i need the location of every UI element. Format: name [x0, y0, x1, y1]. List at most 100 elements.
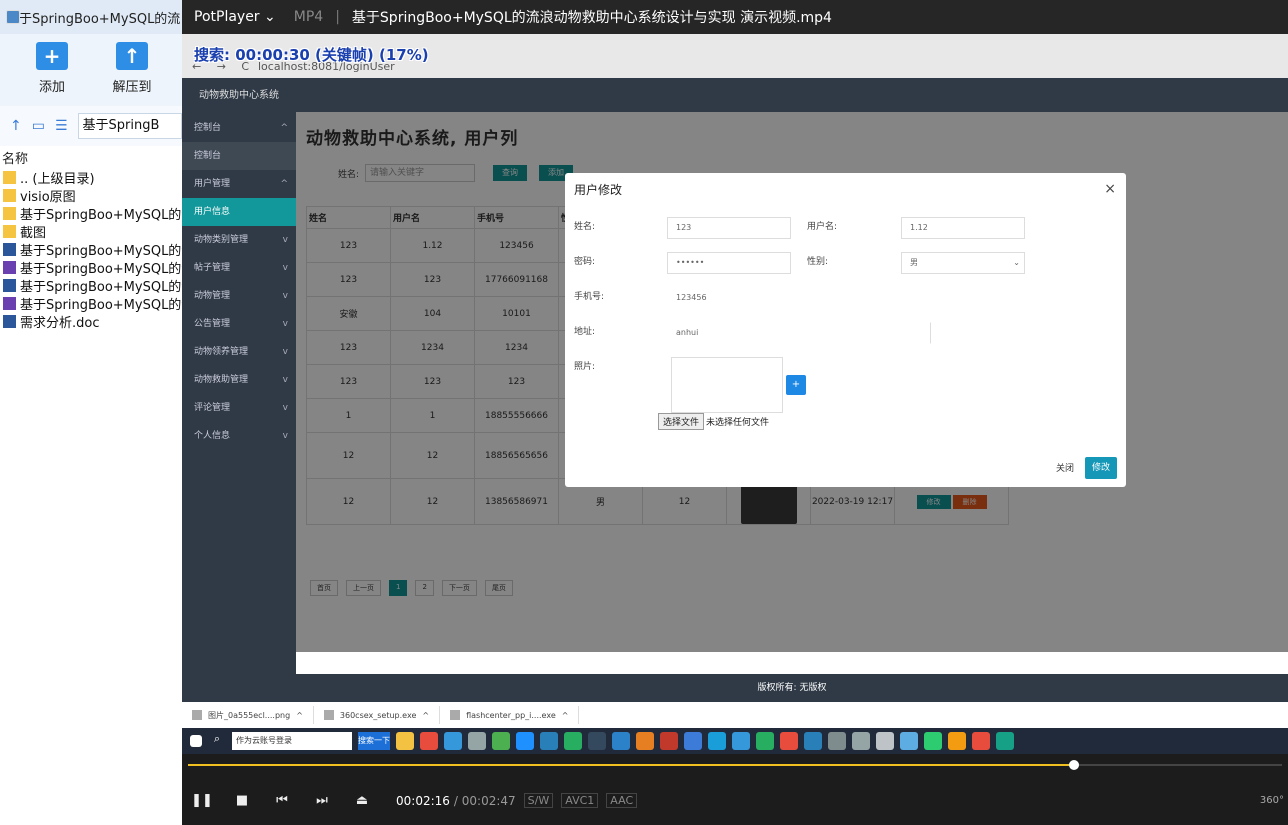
search-icon[interactable]: ⌕ [208, 732, 226, 750]
footer: 版权所有: 无版权 [296, 674, 1288, 702]
vr-360-button[interactable]: 360° [1260, 795, 1284, 806]
photo-upload-box[interactable] [671, 357, 783, 413]
app-icon[interactable] [636, 732, 654, 750]
audio-codec-tag[interactable]: AAC [606, 793, 638, 808]
chevron-up-icon[interactable]: ^ [296, 711, 303, 720]
chevron-down-icon: v [282, 235, 288, 245]
app-icon[interactable] [996, 732, 1014, 750]
app-icon[interactable] [420, 732, 438, 750]
pause-icon[interactable]: ❚❚ [182, 793, 222, 808]
app-icon[interactable] [756, 732, 774, 750]
extract-button[interactable]: ↑ 解压到 [104, 42, 160, 95]
up-arrow-icon[interactable]: ↑ [10, 118, 22, 134]
windows-start-icon[interactable] [190, 735, 202, 747]
sidebar-item-label: 个人信息 [194, 431, 231, 441]
app-icon[interactable] [588, 732, 606, 750]
sidebar-item[interactable]: 控制台 [182, 142, 296, 170]
sidebar-item-label: 控制台 [194, 151, 222, 161]
choose-file-button[interactable]: 选择文件 [658, 413, 705, 430]
close-icon[interactable]: × [1104, 181, 1116, 197]
app-brand: 动物救助中心系统 [199, 90, 279, 101]
next-icon[interactable]: ⏭ [302, 793, 342, 808]
sidebar-item[interactable]: 用户信息 [182, 198, 296, 226]
password-field[interactable]: •••••• [667, 252, 791, 274]
seek-bar[interactable] [182, 754, 1288, 776]
sidebar-item[interactable]: 帖子管理 v [182, 254, 296, 282]
app-icon[interactable] [948, 732, 966, 750]
wechat-icon[interactable] [924, 732, 942, 750]
download-item[interactable]: 图片_0a555ecl....png ^ [182, 706, 314, 724]
close-button[interactable]: 关闭 [1056, 461, 1074, 474]
save-button[interactable]: 修改 [1085, 457, 1117, 479]
sidebar-menu: 控制台 ^ 控制台 用户管理 ^ 用户信息 动物类别管理 v 帖子管理 v 动物管理 v 公告管理 v 动物… [182, 114, 296, 450]
app-icon[interactable] [660, 732, 678, 750]
sidebar-item[interactable]: 公告管理 v [182, 310, 296, 338]
app-icon[interactable] [684, 732, 702, 750]
file-row[interactable]: 基于SpringBoo+MySQL的流 [0, 240, 182, 259]
potplayer-window: PotPlayer ⌄ MP4 | 基于SpringBoo+MySQL的流浪动物… [182, 0, 1288, 825]
app-icon[interactable] [444, 732, 462, 750]
app-icon[interactable] [516, 732, 534, 750]
add-button[interactable]: + 添加 [24, 42, 80, 95]
chevron-up-icon[interactable]: ^ [422, 711, 429, 720]
eject-icon[interactable]: ⏏ [342, 793, 382, 808]
app-icon[interactable] [876, 732, 894, 750]
sw-tag[interactable]: S/W [523, 793, 554, 808]
ie-icon[interactable] [804, 732, 822, 750]
sidebar-item[interactable]: 用户管理 ^ [182, 170, 296, 198]
app-icon[interactable] [852, 732, 870, 750]
stop-icon[interactable]: ■ [222, 793, 262, 808]
settings-icon[interactable] [468, 732, 486, 750]
download-item[interactable]: 360csex_setup.exe ^ [314, 706, 441, 724]
sidebar-item[interactable]: 动物救助管理 v [182, 366, 296, 394]
sidebar-item[interactable]: 动物管理 v [182, 282, 296, 310]
app-icon[interactable] [780, 732, 798, 750]
file-row[interactable]: 基于SpringBoo+MySQL的流 [0, 294, 182, 313]
wps-icon[interactable] [972, 732, 990, 750]
previous-icon[interactable]: ⏮ [262, 793, 302, 808]
list-icon[interactable]: ☰ [55, 118, 68, 134]
download-item[interactable]: flashcenter_pp_i....exe ^ [440, 706, 580, 724]
sidebar-item[interactable]: 控制台 ^ [182, 114, 296, 142]
view-icon[interactable]: ▭ [32, 118, 45, 134]
video-codec-tag[interactable]: AVC1 [561, 793, 599, 808]
app-icon[interactable] [732, 732, 750, 750]
path-box[interactable]: 基于SpringB [77, 113, 182, 139]
edge-icon[interactable] [708, 732, 726, 750]
add-photo-button[interactable]: + [786, 375, 806, 395]
file-row[interactable]: .. (上级目录) [0, 168, 182, 187]
username-field[interactable]: 1.12 [901, 217, 1025, 239]
sidebar-item[interactable]: 动物领养管理 v [182, 338, 296, 366]
file-row[interactable]: 截图 [0, 222, 182, 241]
gear-icon[interactable] [828, 732, 846, 750]
app-icon[interactable] [900, 732, 918, 750]
sidebar-item[interactable]: 评论管理 v [182, 394, 296, 422]
file-explorer-icon[interactable] [396, 732, 414, 750]
file-row[interactable]: 需求分析.doc [0, 312, 182, 331]
app-icon[interactable] [564, 732, 582, 750]
chevron-up-icon[interactable]: ^ [562, 711, 569, 720]
chevron-up-icon: ^ [280, 123, 288, 133]
sidebar-item[interactable]: 动物类别管理 v [182, 226, 296, 254]
chrome-icon[interactable] [492, 732, 510, 750]
file-row[interactable]: 基于SpringBoo+MySQL的流 [0, 276, 182, 295]
player-brand[interactable]: PotPlayer ⌄ [182, 9, 288, 25]
taskbar-search[interactable]: 作为云账号登录 [232, 732, 352, 750]
file-row[interactable]: 基于SpringBoo+MySQL的流 [0, 258, 182, 277]
file-row[interactable]: visio原图 [0, 186, 182, 205]
file-row[interactable]: 基于SpringBoo+MySQL的流 [0, 204, 182, 223]
app-icon[interactable] [612, 732, 630, 750]
name-field[interactable]: 123 [667, 217, 791, 239]
download-name: flashcenter_pp_i....exe [466, 710, 556, 720]
extract-folder-icon: ↑ [116, 42, 148, 70]
seek-handle[interactable] [1069, 760, 1080, 770]
video-frame[interactable]: 搜索: 00:00:30 (关键帧) (17%) ← → C localhost… [182, 34, 1288, 754]
windows-taskbar: ⌕ 作为云账号登录 搜索一下 [182, 728, 1288, 754]
gender-select[interactable]: 男 ⌄ [901, 252, 1025, 274]
name-column-header[interactable]: 名称 [0, 148, 182, 168]
address-field[interactable]: anhui [667, 322, 931, 344]
app-icon[interactable] [540, 732, 558, 750]
sidebar-item[interactable]: 个人信息 v [182, 422, 296, 450]
taskbar-search-button[interactable]: 搜索一下 [358, 732, 390, 750]
phone-field[interactable]: 123456 [667, 287, 791, 309]
